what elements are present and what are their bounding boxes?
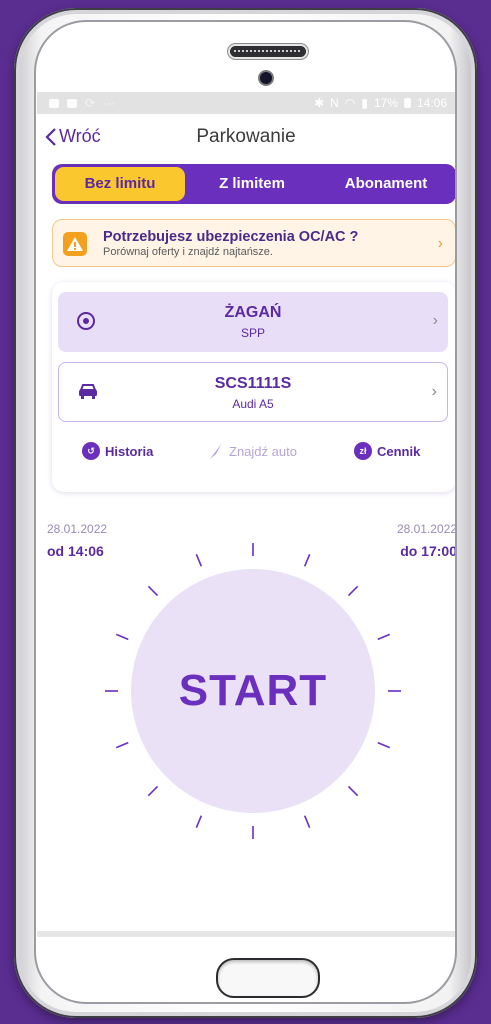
history-label: Historia: [105, 443, 154, 459]
status-bar: ⟳ ··· ✱ N ◠ ▮ 17% 14:06: [37, 92, 455, 114]
zone-selector[interactable]: ŻAGAŃ SPP ›: [58, 292, 448, 352]
pricing-link[interactable]: zł Cennik: [354, 442, 420, 460]
wifi-icon: ◠: [344, 96, 356, 110]
status-left-icons: ⟳ ···: [49, 96, 115, 110]
chevron-right-icon: ›: [432, 312, 438, 329]
start-label: START: [178, 666, 328, 715]
zone-code: SPP: [240, 326, 265, 340]
dial-tick: [303, 553, 311, 567]
battery-percent: 17%: [373, 96, 398, 110]
zone-name: ŻAGAŃ: [224, 304, 282, 321]
insurance-banner[interactable]: Potrzebujesz ubezpieczenia OC/AC ? Porów…: [52, 219, 455, 267]
dial-tick: [377, 633, 391, 641]
page-title: Parkowanie: [196, 126, 296, 147]
start-dial: START: [37, 532, 455, 852]
image-icon: [49, 98, 59, 108]
dial-tick: [115, 633, 129, 641]
bluetooth-icon: ✱: [314, 96, 325, 110]
tab-bez-limitu[interactable]: Bez limitu: [55, 167, 185, 201]
history-icon: ↺: [82, 442, 100, 460]
currency-icon: zł: [354, 442, 372, 460]
bottom-bar: [37, 931, 455, 937]
parking-details-card: ŻAGAŃ SPP › SCS1111S Audi A5 › ↺ Histori…: [52, 282, 455, 492]
banner-subtitle: Porównaj oferty i znajdź najtańsze.: [103, 246, 273, 258]
pricing-label: Cennik: [377, 443, 421, 459]
dial-tick: [347, 585, 359, 597]
dial-tick: [195, 815, 203, 829]
vehicle-model: Audi A5: [232, 397, 274, 411]
quick-links: ↺ Historia Znajdź auto zł Cennik: [52, 442, 455, 466]
dial-tick: [347, 785, 359, 797]
find-car-link[interactable]: Znajdź auto: [208, 442, 297, 460]
speaker-grille: [230, 46, 306, 57]
chevron-right-icon: ›: [431, 383, 437, 400]
more-icon: ···: [103, 96, 116, 110]
bag-icon: [67, 98, 77, 108]
start-button[interactable]: START: [131, 569, 375, 813]
dial-tick: [115, 741, 129, 749]
status-time: 14:06: [416, 96, 447, 110]
vehicle-plate: SCS1111S: [214, 375, 292, 392]
warning-icon: [63, 232, 87, 256]
banner-title: Potrzebujesz ubezpieczenia OC/AC ?: [103, 229, 359, 245]
dial-tick: [303, 815, 311, 829]
dial-tick: [147, 585, 159, 597]
signal-icon: ▮: [361, 96, 368, 110]
battery-icon: [403, 98, 411, 108]
front-camera: [260, 72, 272, 84]
tab-z-limitem[interactable]: Z limitem: [185, 167, 319, 201]
navigation-arrow-icon: [210, 443, 222, 459]
sync-icon: ⟳: [85, 96, 96, 110]
vehicle-selector[interactable]: SCS1111S Audi A5 ›: [58, 362, 448, 422]
tab-abonament[interactable]: Abonament: [319, 167, 453, 201]
status-right: ✱ N ◠ ▮ 17% 14:06: [314, 96, 447, 110]
dial-tick: [147, 785, 159, 797]
history-link[interactable]: ↺ Historia: [82, 442, 153, 460]
nfc-icon: N: [330, 96, 339, 110]
chevron-right-icon: ›: [437, 235, 443, 252]
dial-tick: [195, 553, 203, 567]
app-screen: ⟳ ··· ✱ N ◠ ▮ 17% 14:06 Wróć Parkowanie …: [37, 92, 455, 937]
app-header: Wróć Parkowanie: [37, 114, 455, 160]
dial-tick: [377, 741, 391, 749]
find-car-label: Znajdź auto: [229, 443, 297, 459]
parking-mode-tabs: Bez limitu Z limitem Abonament: [52, 164, 455, 204]
home-button[interactable]: [216, 958, 320, 998]
